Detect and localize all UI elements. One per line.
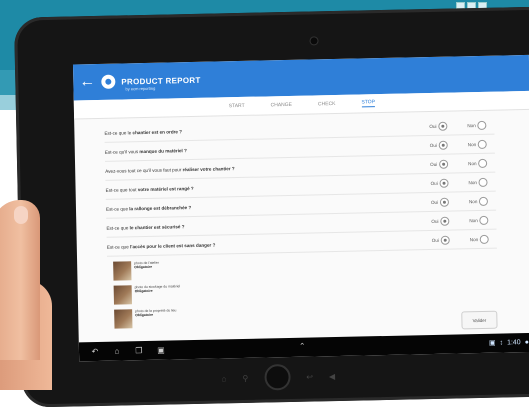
thumbnail-nail: [14, 206, 28, 224]
radio-no[interactable]: [478, 139, 488, 149]
photo-thumbnail[interactable]: [113, 285, 133, 305]
clock: 1:40: [506, 338, 521, 346]
no-option[interactable]: Non: [467, 120, 487, 130]
photo-thumbnail[interactable]: [113, 261, 132, 281]
yes-option[interactable]: Oui: [432, 235, 450, 245]
radio-no[interactable]: [479, 215, 489, 225]
radio-yes[interactable]: [439, 159, 449, 169]
no-option[interactable]: Non: [469, 215, 489, 225]
status-area: ▣ ↕ 1:40 ●: [488, 338, 529, 347]
photo-required: Obligatoire: [134, 264, 153, 270]
radio-yes[interactable]: [440, 216, 450, 226]
chevron-up-icon[interactable]: ⌃: [299, 342, 306, 351]
back-nav-icon[interactable]: ↶: [89, 347, 101, 356]
question-text: Est-ce qu'il vous manque du matériel ?: [104, 147, 187, 155]
notification-icon: ▣: [488, 339, 496, 347]
app-subtitle: by ecm reporting: [125, 85, 156, 92]
photo-list: photo de l'atelier Obligatoire photo du s…: [113, 258, 274, 333]
photo-required: Obligatoire: [134, 288, 153, 294]
screenshot-icon[interactable]: ▣: [155, 346, 167, 355]
radio-yes[interactable]: [439, 178, 449, 188]
yes-option[interactable]: Oui: [430, 178, 449, 188]
question-text: Est-ce que le chantier est en ordre ?: [104, 128, 183, 136]
home-hw-icon: ⌂: [221, 373, 227, 383]
question-list: Est-ce que le chantier est en ordre ? Ou…: [104, 115, 497, 257]
wifi-icon: ●: [524, 338, 529, 346]
radio-no[interactable]: [478, 177, 489, 187]
no-option[interactable]: Non: [469, 196, 489, 206]
usb-icon: ↕: [499, 339, 504, 347]
radio-no[interactable]: [479, 196, 489, 206]
yes-option[interactable]: Oui: [430, 159, 449, 169]
android-nav-bar: ↶ ⌂ ❐ ▣ ⌃ ▣ ↕ 1:40 ●: [78, 332, 529, 362]
radio-yes[interactable]: [440, 235, 450, 245]
search-hw-icon: ⚲: [242, 373, 249, 383]
radio-no[interactable]: [477, 120, 487, 130]
home-nav-icon[interactable]: ⌂: [111, 346, 123, 356]
photo-thumbnail[interactable]: [114, 309, 133, 329]
app-title: PRODUCT REPORT: [121, 75, 201, 86]
hardware-keys: ⌂ ⚲ ↩ ◀: [221, 363, 335, 391]
tablet-device: ← PRODUCT REPORT by ecm reporting START …: [13, 6, 529, 408]
tab-check[interactable]: CHECK: [318, 101, 336, 107]
recent-apps-icon[interactable]: ❐: [133, 346, 145, 355]
yes-option[interactable]: Oui: [430, 140, 448, 150]
camera-icon: [309, 36, 319, 46]
photo-item[interactable]: photo de la propreté du lieu Obligatoire: [114, 306, 274, 329]
question-text: Est-ce que l'accès pour le client est sa…: [106, 242, 216, 250]
volume-hw-icon: ◀: [328, 371, 336, 381]
thumb: [0, 200, 40, 360]
logo-icon: [101, 74, 116, 89]
radio-no[interactable]: [480, 234, 490, 244]
tab-stop[interactable]: STOP: [361, 99, 376, 108]
radio-yes[interactable]: [438, 140, 448, 150]
question-text: Est-ce que la rallonge est débranchée ?: [105, 204, 192, 212]
question-text: Est-ce que tout votre matériel est rangé…: [105, 185, 194, 193]
photo-item[interactable]: photo du stockage du matériel Obligatoire: [113, 282, 274, 305]
question-text: Avez-vous tout ce qu'il vous faut pour r…: [105, 165, 235, 174]
home-button[interactable]: [263, 363, 291, 391]
radio-no[interactable]: [478, 158, 488, 168]
app-screen: ← PRODUCT REPORT by ecm reporting START …: [72, 54, 529, 362]
validate-button[interactable]: Valider: [461, 310, 498, 330]
radio-yes[interactable]: [439, 197, 450, 207]
photo-item[interactable]: photo de l'atelier Obligatoire: [113, 258, 273, 281]
tab-change[interactable]: CHANGE: [271, 102, 293, 108]
no-option[interactable]: Non: [468, 177, 489, 187]
no-option[interactable]: Non: [468, 158, 488, 168]
radio-yes[interactable]: [438, 121, 448, 131]
no-option[interactable]: Non: [470, 234, 490, 244]
tab-start[interactable]: START: [229, 103, 245, 109]
arrow-left-icon[interactable]: ←: [79, 73, 95, 90]
question-text: Est-ce que le chantier est sécurisé ?: [106, 223, 185, 231]
photo-required: Obligatoire: [135, 312, 154, 318]
no-option[interactable]: Non: [468, 139, 488, 149]
yes-option[interactable]: Oui: [431, 216, 450, 226]
back-hw-icon: ↩: [306, 372, 314, 382]
yes-option[interactable]: Oui: [431, 197, 450, 207]
yes-option[interactable]: Oui: [429, 121, 448, 131]
